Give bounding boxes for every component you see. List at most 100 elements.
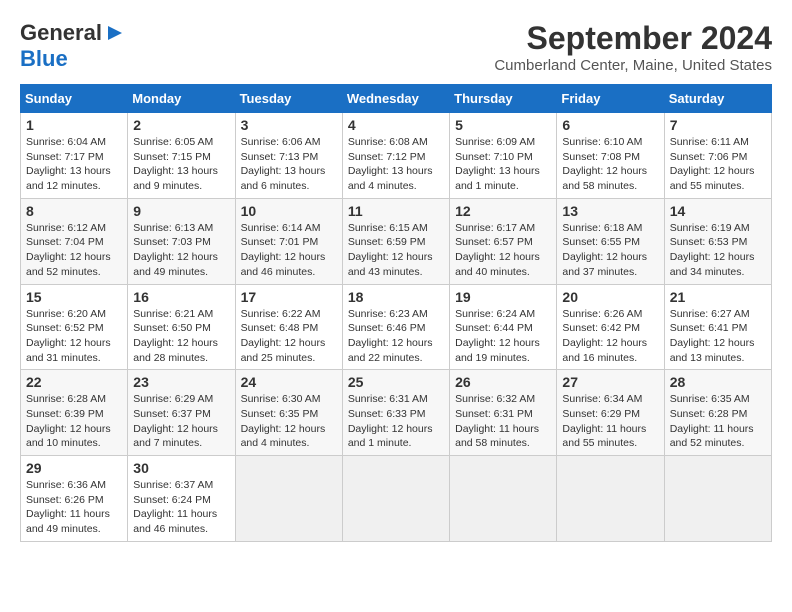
day-info: Sunrise: 6:18 AM Sunset: 6:55 PM Dayligh… xyxy=(562,221,658,280)
calendar-day-cell: 11 Sunrise: 6:15 AM Sunset: 6:59 PM Dayl… xyxy=(342,198,449,284)
day-info: Sunrise: 6:20 AM Sunset: 6:52 PM Dayligh… xyxy=(26,307,122,366)
day-info: Sunrise: 6:06 AM Sunset: 7:13 PM Dayligh… xyxy=(241,135,337,194)
day-number: 28 xyxy=(670,374,766,390)
calendar-day-cell: 7 Sunrise: 6:11 AM Sunset: 7:06 PM Dayli… xyxy=(664,113,771,199)
calendar-row: 22 Sunrise: 6:28 AM Sunset: 6:39 PM Dayl… xyxy=(21,370,772,456)
title-block: September 2024 Cumberland Center, Maine,… xyxy=(494,20,772,74)
logo-arrow-icon xyxy=(104,22,126,44)
calendar-day-cell: 25 Sunrise: 6:31 AM Sunset: 6:33 PM Dayl… xyxy=(342,370,449,456)
day-number: 26 xyxy=(455,374,551,390)
day-number: 18 xyxy=(348,289,444,305)
calendar-day-cell: 20 Sunrise: 6:26 AM Sunset: 6:42 PM Dayl… xyxy=(557,284,664,370)
calendar-day-cell: 3 Sunrise: 6:06 AM Sunset: 7:13 PM Dayli… xyxy=(235,113,342,199)
day-info: Sunrise: 6:36 AM Sunset: 6:26 PM Dayligh… xyxy=(26,478,122,537)
day-number: 19 xyxy=(455,289,551,305)
location: Cumberland Center, Maine, United States xyxy=(494,57,772,74)
day-number: 9 xyxy=(133,203,229,219)
empty-cell xyxy=(342,456,449,542)
empty-cell xyxy=(235,456,342,542)
day-number: 16 xyxy=(133,289,229,305)
day-number: 14 xyxy=(670,203,766,219)
day-info: Sunrise: 6:24 AM Sunset: 6:44 PM Dayligh… xyxy=(455,307,551,366)
day-info: Sunrise: 6:05 AM Sunset: 7:15 PM Dayligh… xyxy=(133,135,229,194)
logo-blue: Blue xyxy=(20,46,68,71)
day-number: 10 xyxy=(241,203,337,219)
day-info: Sunrise: 6:04 AM Sunset: 7:17 PM Dayligh… xyxy=(26,135,122,194)
calendar-day-cell: 9 Sunrise: 6:13 AM Sunset: 7:03 PM Dayli… xyxy=(128,198,235,284)
day-number: 12 xyxy=(455,203,551,219)
calendar-day-cell: 26 Sunrise: 6:32 AM Sunset: 6:31 PM Dayl… xyxy=(450,370,557,456)
calendar-day-cell: 8 Sunrise: 6:12 AM Sunset: 7:04 PM Dayli… xyxy=(21,198,128,284)
month-title: September 2024 xyxy=(494,20,772,57)
day-number: 20 xyxy=(562,289,658,305)
calendar-day-cell: 30 Sunrise: 6:37 AM Sunset: 6:24 PM Dayl… xyxy=(128,456,235,542)
calendar-row: 29 Sunrise: 6:36 AM Sunset: 6:26 PM Dayl… xyxy=(21,456,772,542)
calendar-header-row: Sunday Monday Tuesday Wednesday Thursday… xyxy=(21,85,772,113)
day-info: Sunrise: 6:17 AM Sunset: 6:57 PM Dayligh… xyxy=(455,221,551,280)
calendar-day-cell: 13 Sunrise: 6:18 AM Sunset: 6:55 PM Dayl… xyxy=(557,198,664,284)
calendar-day-cell: 18 Sunrise: 6:23 AM Sunset: 6:46 PM Dayl… xyxy=(342,284,449,370)
logo: General Blue xyxy=(20,20,126,72)
calendar-day-cell: 4 Sunrise: 6:08 AM Sunset: 7:12 PM Dayli… xyxy=(342,113,449,199)
day-number: 25 xyxy=(348,374,444,390)
col-tuesday: Tuesday xyxy=(235,85,342,113)
col-saturday: Saturday xyxy=(664,85,771,113)
empty-cell xyxy=(664,456,771,542)
calendar-day-cell: 12 Sunrise: 6:17 AM Sunset: 6:57 PM Dayl… xyxy=(450,198,557,284)
calendar-day-cell: 16 Sunrise: 6:21 AM Sunset: 6:50 PM Dayl… xyxy=(128,284,235,370)
day-info: Sunrise: 6:30 AM Sunset: 6:35 PM Dayligh… xyxy=(241,392,337,451)
day-info: Sunrise: 6:29 AM Sunset: 6:37 PM Dayligh… xyxy=(133,392,229,451)
day-info: Sunrise: 6:26 AM Sunset: 6:42 PM Dayligh… xyxy=(562,307,658,366)
day-number: 8 xyxy=(26,203,122,219)
calendar-body: 1 Sunrise: 6:04 AM Sunset: 7:17 PM Dayli… xyxy=(21,113,772,542)
day-number: 13 xyxy=(562,203,658,219)
empty-cell xyxy=(450,456,557,542)
day-info: Sunrise: 6:19 AM Sunset: 6:53 PM Dayligh… xyxy=(670,221,766,280)
col-sunday: Sunday xyxy=(21,85,128,113)
calendar-day-cell: 19 Sunrise: 6:24 AM Sunset: 6:44 PM Dayl… xyxy=(450,284,557,370)
calendar-day-cell: 22 Sunrise: 6:28 AM Sunset: 6:39 PM Dayl… xyxy=(21,370,128,456)
col-monday: Monday xyxy=(128,85,235,113)
calendar-day-cell: 24 Sunrise: 6:30 AM Sunset: 6:35 PM Dayl… xyxy=(235,370,342,456)
col-thursday: Thursday xyxy=(450,85,557,113)
day-info: Sunrise: 6:09 AM Sunset: 7:10 PM Dayligh… xyxy=(455,135,551,194)
day-number: 24 xyxy=(241,374,337,390)
calendar-row: 8 Sunrise: 6:12 AM Sunset: 7:04 PM Dayli… xyxy=(21,198,772,284)
calendar-day-cell: 14 Sunrise: 6:19 AM Sunset: 6:53 PM Dayl… xyxy=(664,198,771,284)
day-number: 22 xyxy=(26,374,122,390)
day-info: Sunrise: 6:22 AM Sunset: 6:48 PM Dayligh… xyxy=(241,307,337,366)
calendar-day-cell: 17 Sunrise: 6:22 AM Sunset: 6:48 PM Dayl… xyxy=(235,284,342,370)
day-number: 27 xyxy=(562,374,658,390)
calendar-row: 1 Sunrise: 6:04 AM Sunset: 7:17 PM Dayli… xyxy=(21,113,772,199)
calendar-day-cell: 28 Sunrise: 6:35 AM Sunset: 6:28 PM Dayl… xyxy=(664,370,771,456)
page-header: General Blue September 2024 Cumberland C… xyxy=(20,20,772,74)
day-number: 23 xyxy=(133,374,229,390)
col-wednesday: Wednesday xyxy=(342,85,449,113)
day-number: 1 xyxy=(26,117,122,133)
calendar-day-cell: 29 Sunrise: 6:36 AM Sunset: 6:26 PM Dayl… xyxy=(21,456,128,542)
day-info: Sunrise: 6:10 AM Sunset: 7:08 PM Dayligh… xyxy=(562,135,658,194)
day-info: Sunrise: 6:37 AM Sunset: 6:24 PM Dayligh… xyxy=(133,478,229,537)
day-number: 4 xyxy=(348,117,444,133)
day-info: Sunrise: 6:32 AM Sunset: 6:31 PM Dayligh… xyxy=(455,392,551,451)
empty-cell xyxy=(557,456,664,542)
day-number: 30 xyxy=(133,460,229,476)
day-number: 7 xyxy=(670,117,766,133)
day-info: Sunrise: 6:11 AM Sunset: 7:06 PM Dayligh… xyxy=(670,135,766,194)
calendar-day-cell: 6 Sunrise: 6:10 AM Sunset: 7:08 PM Dayli… xyxy=(557,113,664,199)
day-number: 17 xyxy=(241,289,337,305)
day-info: Sunrise: 6:13 AM Sunset: 7:03 PM Dayligh… xyxy=(133,221,229,280)
calendar-day-cell: 5 Sunrise: 6:09 AM Sunset: 7:10 PM Dayli… xyxy=(450,113,557,199)
day-number: 15 xyxy=(26,289,122,305)
day-info: Sunrise: 6:08 AM Sunset: 7:12 PM Dayligh… xyxy=(348,135,444,194)
day-number: 11 xyxy=(348,203,444,219)
calendar-day-cell: 21 Sunrise: 6:27 AM Sunset: 6:41 PM Dayl… xyxy=(664,284,771,370)
day-info: Sunrise: 6:12 AM Sunset: 7:04 PM Dayligh… xyxy=(26,221,122,280)
day-info: Sunrise: 6:34 AM Sunset: 6:29 PM Dayligh… xyxy=(562,392,658,451)
day-number: 2 xyxy=(133,117,229,133)
day-number: 29 xyxy=(26,460,122,476)
day-number: 6 xyxy=(562,117,658,133)
calendar-table: Sunday Monday Tuesday Wednesday Thursday… xyxy=(20,84,772,542)
day-info: Sunrise: 6:14 AM Sunset: 7:01 PM Dayligh… xyxy=(241,221,337,280)
day-number: 5 xyxy=(455,117,551,133)
